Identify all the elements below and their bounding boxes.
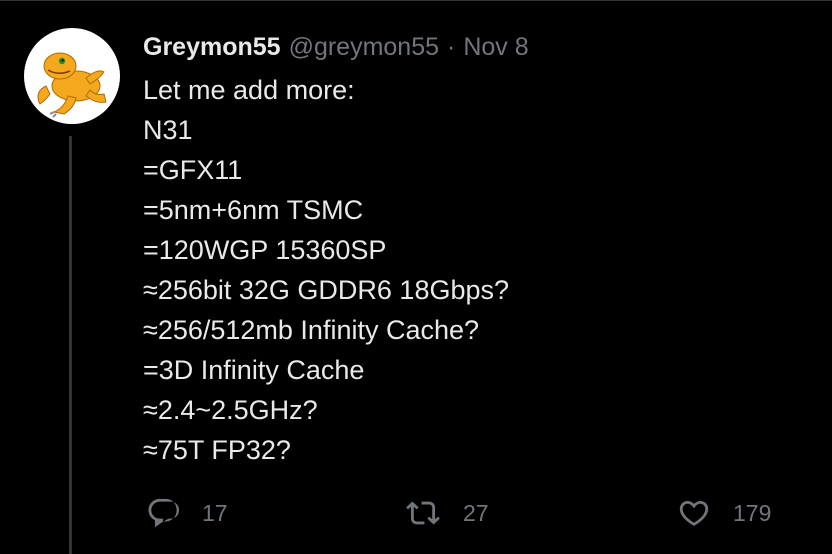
top-divider	[0, 0, 832, 1]
separator-dot: ·	[447, 33, 456, 61]
tweet: Greymon55 @greymon55 · Nov 8 Let me add …	[143, 30, 813, 470]
tweet-line: =5nm+6nm TSMC	[143, 195, 364, 225]
agumon-avatar-icon	[37, 52, 110, 118]
tweet-header: Greymon55 @greymon55 · Nov 8	[143, 30, 813, 64]
reply-icon	[148, 498, 180, 528]
tweet-line: Let me add more:	[143, 75, 355, 105]
retweet-icon	[406, 501, 440, 525]
thread-line	[69, 136, 72, 554]
tweet-actions: 17 27 179	[0, 496, 832, 540]
tweet-line: N31	[143, 115, 193, 145]
reply-count: 17	[202, 499, 228, 526]
display-name[interactable]: Greymon55	[143, 30, 281, 64]
retweet-count: 27	[463, 499, 489, 526]
tweet-text: Let me add more: N31 =GFX11 =5nm+6nm TSM…	[143, 70, 813, 470]
tweet-line: =3D Infinity Cache	[143, 355, 365, 385]
handle[interactable]: @greymon55	[289, 30, 439, 64]
heart-icon	[679, 500, 709, 526]
tweet-line: ≈256bit 32G GDDR6 18Gbps?	[143, 275, 510, 305]
like-count: 179	[733, 499, 772, 526]
retweet-button[interactable]: 27	[405, 496, 489, 530]
tweet-line: =GFX11	[143, 155, 243, 185]
reply-button[interactable]: 17	[146, 496, 228, 530]
tweet-line: ≈256/512mb Infinity Cache?	[143, 315, 480, 345]
avatar[interactable]	[24, 28, 120, 124]
tweet-line: =120WGP 15360SP	[143, 235, 387, 265]
tweet-line: ≈2.4~2.5GHz?	[143, 395, 318, 425]
like-button[interactable]: 179	[677, 496, 771, 530]
tweet-line: ≈75T FP32?	[143, 435, 291, 465]
tweet-date[interactable]: Nov 8	[463, 30, 528, 64]
